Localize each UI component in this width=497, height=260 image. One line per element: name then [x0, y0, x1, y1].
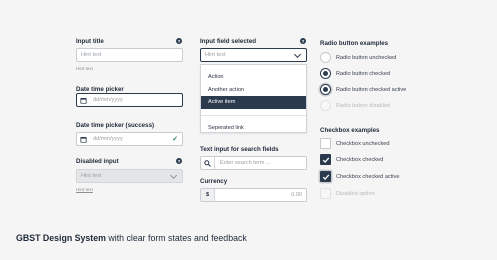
help-icon[interactable]: ? — [176, 158, 182, 164]
checkbox-checked[interactable] — [320, 154, 331, 165]
date-picker-success-field[interactable]: dd/mm/yyyy ✓ — [76, 132, 183, 146]
selected-field-placeholder: Hint text — [205, 52, 226, 58]
search-icon[interactable] — [201, 157, 215, 169]
checkbox-checked-active[interactable] — [320, 171, 331, 182]
currency-field[interactable]: $ 0.00 — [200, 188, 307, 202]
radio-checked[interactable] — [320, 68, 331, 79]
input-title-label: Input title — [76, 38, 104, 45]
help-icon[interactable]: ? — [300, 38, 306, 44]
calendar-icon[interactable] — [80, 97, 87, 104]
checkbox-unchecked[interactable] — [320, 138, 331, 149]
footer-tagline: with clear form states and feedback — [105, 233, 247, 243]
chevron-down-icon — [169, 171, 178, 179]
currency-value: 0.00 — [291, 192, 302, 198]
disabled-input-hint: Hint text — [76, 187, 93, 192]
currency-label: Currency — [200, 178, 228, 185]
disabled-input-placeholder: Hint text — [81, 173, 102, 179]
search-field-label: Text input for search fields — [200, 146, 279, 153]
check-icon — [322, 173, 329, 180]
checkbox-disabled-label: Disabled option — [336, 191, 375, 197]
date-picker-success-placeholder: dd/mm/yyyy — [93, 136, 123, 142]
search-field[interactable]: Enter search term ... — [200, 156, 307, 170]
checkbox-checked-active-label: Checkbox checked active — [336, 174, 400, 180]
radio-unchecked[interactable] — [320, 52, 331, 63]
selected-field-label: Input field selected — [200, 38, 257, 45]
calendar-icon[interactable] — [80, 136, 87, 143]
disabled-input-field: Hint text — [76, 169, 183, 183]
date-picker-field[interactable]: dd/mm/yyyy — [76, 93, 183, 107]
footer-brand: GBST Design System — [16, 233, 106, 243]
currency-symbol: $ — [201, 189, 215, 201]
radio-checked-active-label: Radio button checked active — [336, 87, 407, 93]
input-title-hint: Hint text — [76, 66, 93, 71]
menu-item-action[interactable]: Action — [201, 71, 306, 84]
radio-disabled — [320, 100, 331, 111]
radio-checked-active[interactable] — [320, 84, 331, 95]
success-check-icon: ✓ — [172, 136, 178, 143]
radio-unchecked-label: Radio button unchecked — [336, 55, 397, 61]
checkbox-disabled — [320, 188, 331, 199]
help-icon[interactable]: ? — [176, 38, 182, 44]
dropdown-menu: Action Another action Active item Sepera… — [200, 64, 307, 133]
radio-disabled-label: Radio button disabled — [336, 103, 391, 109]
radio-group-title: Radio button examples — [320, 40, 389, 47]
input-title-placeholder: Hint text — [81, 52, 102, 58]
selected-field-select[interactable]: Hint text — [200, 48, 307, 62]
check-icon — [322, 156, 329, 163]
input-title-field[interactable]: Hint text — [76, 48, 183, 62]
menu-divider — [201, 114, 306, 116]
menu-item-another-action[interactable]: Another action — [201, 84, 306, 97]
date-picker-placeholder: dd/mm/yyyy — [93, 97, 123, 103]
radio-checked-label: Radio button checked — [336, 71, 391, 77]
date-picker-label: Date time picker — [76, 86, 124, 93]
checkbox-checked-label: Checkbox checked — [336, 157, 384, 163]
menu-item-separated-link[interactable]: Seperated link — [201, 122, 306, 135]
disabled-input-label: Disabled input — [76, 158, 119, 165]
checkbox-group-title: Checkbox examples — [320, 127, 380, 134]
checkbox-unchecked-label: Checkbox unchecked — [336, 141, 390, 147]
chevron-down-icon[interactable] — [293, 50, 302, 58]
footer-caption: GBST Design System with clear form state… — [16, 233, 247, 243]
date-picker-success-label: Date time picker (success) — [76, 122, 155, 129]
menu-item-active[interactable]: Active item — [201, 96, 306, 109]
search-placeholder: Enter search term ... — [220, 160, 271, 166]
